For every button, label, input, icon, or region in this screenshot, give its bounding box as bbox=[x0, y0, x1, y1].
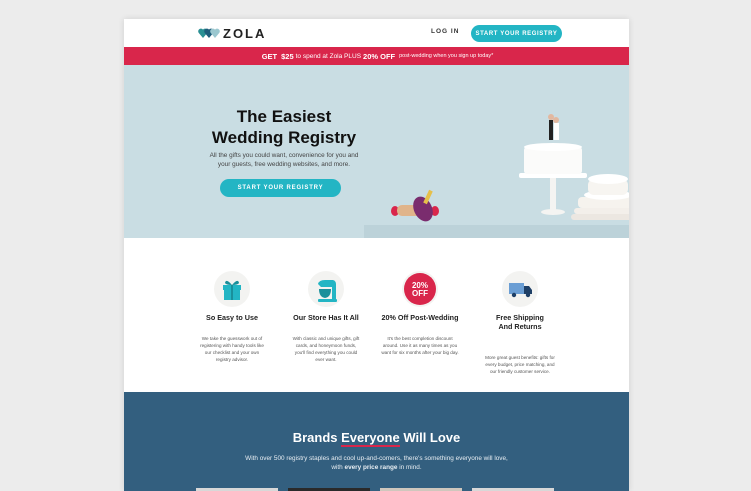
feature-icon-circle: 20% OFF bbox=[402, 271, 438, 307]
brands-subtitle-line-1: With over 500 registry staples and cool … bbox=[245, 455, 508, 462]
promo-banner[interactable]: GET $25 to spend at Zola PLUS 20% OFF po… bbox=[124, 47, 629, 65]
feature-desc-line: We take the guesswork out of bbox=[201, 336, 263, 341]
feature-title-line-1: Free Shipping bbox=[496, 313, 544, 322]
hero-subtitle: All the gifts you could want, convenienc… bbox=[196, 151, 372, 169]
feature-desc-line: With classic and unique gifts, gift bbox=[292, 336, 360, 341]
login-link[interactable]: LOG IN bbox=[431, 28, 459, 35]
logo-text: ZOLA bbox=[223, 25, 267, 41]
zola-homepage: ZOLA LOG IN START YOUR REGISTRY GET $25 … bbox=[124, 19, 629, 491]
feature-description: With classic and unique gifts, gift card… bbox=[284, 335, 368, 363]
feature-description: More great guest benefits: gifts for eve… bbox=[478, 354, 562, 375]
brands-subtitle-prefix: with bbox=[331, 464, 343, 471]
hero-section: The Easiest Wedding Registry All the gif… bbox=[124, 65, 629, 238]
brands-title-suffix: Will Love bbox=[403, 430, 461, 445]
feature-desc-line: want for six months after your big day. bbox=[381, 350, 459, 355]
hero-title-line-2: Wedding Registry bbox=[211, 128, 357, 147]
feature-title: Free Shipping And Returns bbox=[470, 313, 570, 331]
feature-title-line-2: And Returns bbox=[498, 322, 542, 331]
hero-title-line-1: The Easiest bbox=[236, 107, 332, 126]
hero-product-image bbox=[364, 114, 629, 238]
feature-desc-line: It's the best completion discount bbox=[387, 336, 453, 341]
feature-title: Our Store Has It All bbox=[276, 313, 376, 322]
brands-subtitle-bold: every price range bbox=[344, 464, 398, 471]
feature-title: 20% Off Post-Wedding bbox=[370, 313, 470, 322]
hero-subtitle-line-1: All the gifts you could want, convenienc… bbox=[209, 152, 359, 159]
feature-desc-line: our checklist and your own bbox=[204, 350, 260, 355]
promo-amount: $25 bbox=[281, 51, 294, 61]
feature-desc-line: registering with handy tools like bbox=[200, 343, 264, 348]
plates-icon bbox=[571, 174, 629, 220]
brands-subtitle: With over 500 registry staples and cool … bbox=[224, 454, 529, 472]
feature-description: It's the best completion discount around… bbox=[378, 335, 462, 356]
wedding-cake-icon bbox=[524, 114, 582, 174]
hero-title: The Easiest Wedding Registry bbox=[184, 106, 384, 148]
gift-icon bbox=[223, 280, 241, 300]
badge-text-off: OFF bbox=[412, 289, 428, 298]
feature-desc-line: our friendly customer service. bbox=[490, 369, 550, 374]
feature-icon-circle bbox=[214, 271, 250, 307]
feature-title-line-1: 20% Off Post-Wedding bbox=[381, 313, 459, 322]
feature-desc-line: you'll find everything you could bbox=[294, 350, 358, 355]
feature-desc-line: ever want. bbox=[315, 357, 337, 362]
promo-text: to spend at Zola PLUS bbox=[295, 52, 362, 60]
feature-title: So Easy to Use bbox=[182, 313, 282, 322]
brands-section: Brands Everyone Will Love With over 500 … bbox=[124, 392, 629, 491]
feature-desc-line: More great guest benefits: gifts for bbox=[485, 355, 555, 360]
start-registry-button-header[interactable]: START YOUR REGISTRY bbox=[471, 25, 562, 42]
feature-icon-circle bbox=[308, 271, 344, 307]
zola-logo[interactable]: ZOLA bbox=[198, 25, 266, 41]
brands-subtitle-line-2: with every price range in mind. bbox=[224, 463, 529, 472]
feature-desc-line: around. Use it as many times as you bbox=[382, 343, 458, 348]
discount-badge-icon: 20% OFF bbox=[404, 273, 436, 305]
brands-subtitle-suffix: in mind. bbox=[399, 464, 422, 471]
feature-title-line-1: Our Store Has It All bbox=[293, 313, 359, 322]
hearts-logo-icon bbox=[198, 28, 220, 38]
brands-title-underlined: Everyone bbox=[341, 430, 400, 447]
hero-subtitle-line-2: your guests, free wedding websites, and … bbox=[217, 161, 351, 168]
promo-discount: 20% OFF bbox=[363, 51, 396, 61]
feature-desc-line: every budget, price matching, and bbox=[485, 362, 555, 367]
feature-title-line-1: So Easy to Use bbox=[206, 313, 258, 322]
feature-icon-circle bbox=[502, 271, 538, 307]
feature-desc-line: registry advisor. bbox=[215, 357, 249, 362]
promo-get: GET bbox=[261, 51, 278, 61]
feature-desc-line: cards, and honeymoon funds, bbox=[295, 343, 357, 348]
site-header: ZOLA LOG IN START YOUR REGISTRY bbox=[124, 19, 629, 47]
start-registry-button-hero[interactable]: START YOUR REGISTRY bbox=[220, 179, 341, 197]
features-section: So Easy to Use We take the guesswork out… bbox=[124, 238, 629, 392]
brands-title: Brands Everyone Will Love bbox=[124, 430, 629, 447]
brands-title-prefix: Brands bbox=[292, 430, 338, 445]
promo-fineprint: post-wedding when you sign up today* bbox=[399, 53, 494, 59]
feature-description: We take the guesswork out of registering… bbox=[190, 335, 274, 363]
delivery-truck-icon bbox=[509, 283, 532, 298]
stand-mixer-icon bbox=[318, 280, 337, 302]
